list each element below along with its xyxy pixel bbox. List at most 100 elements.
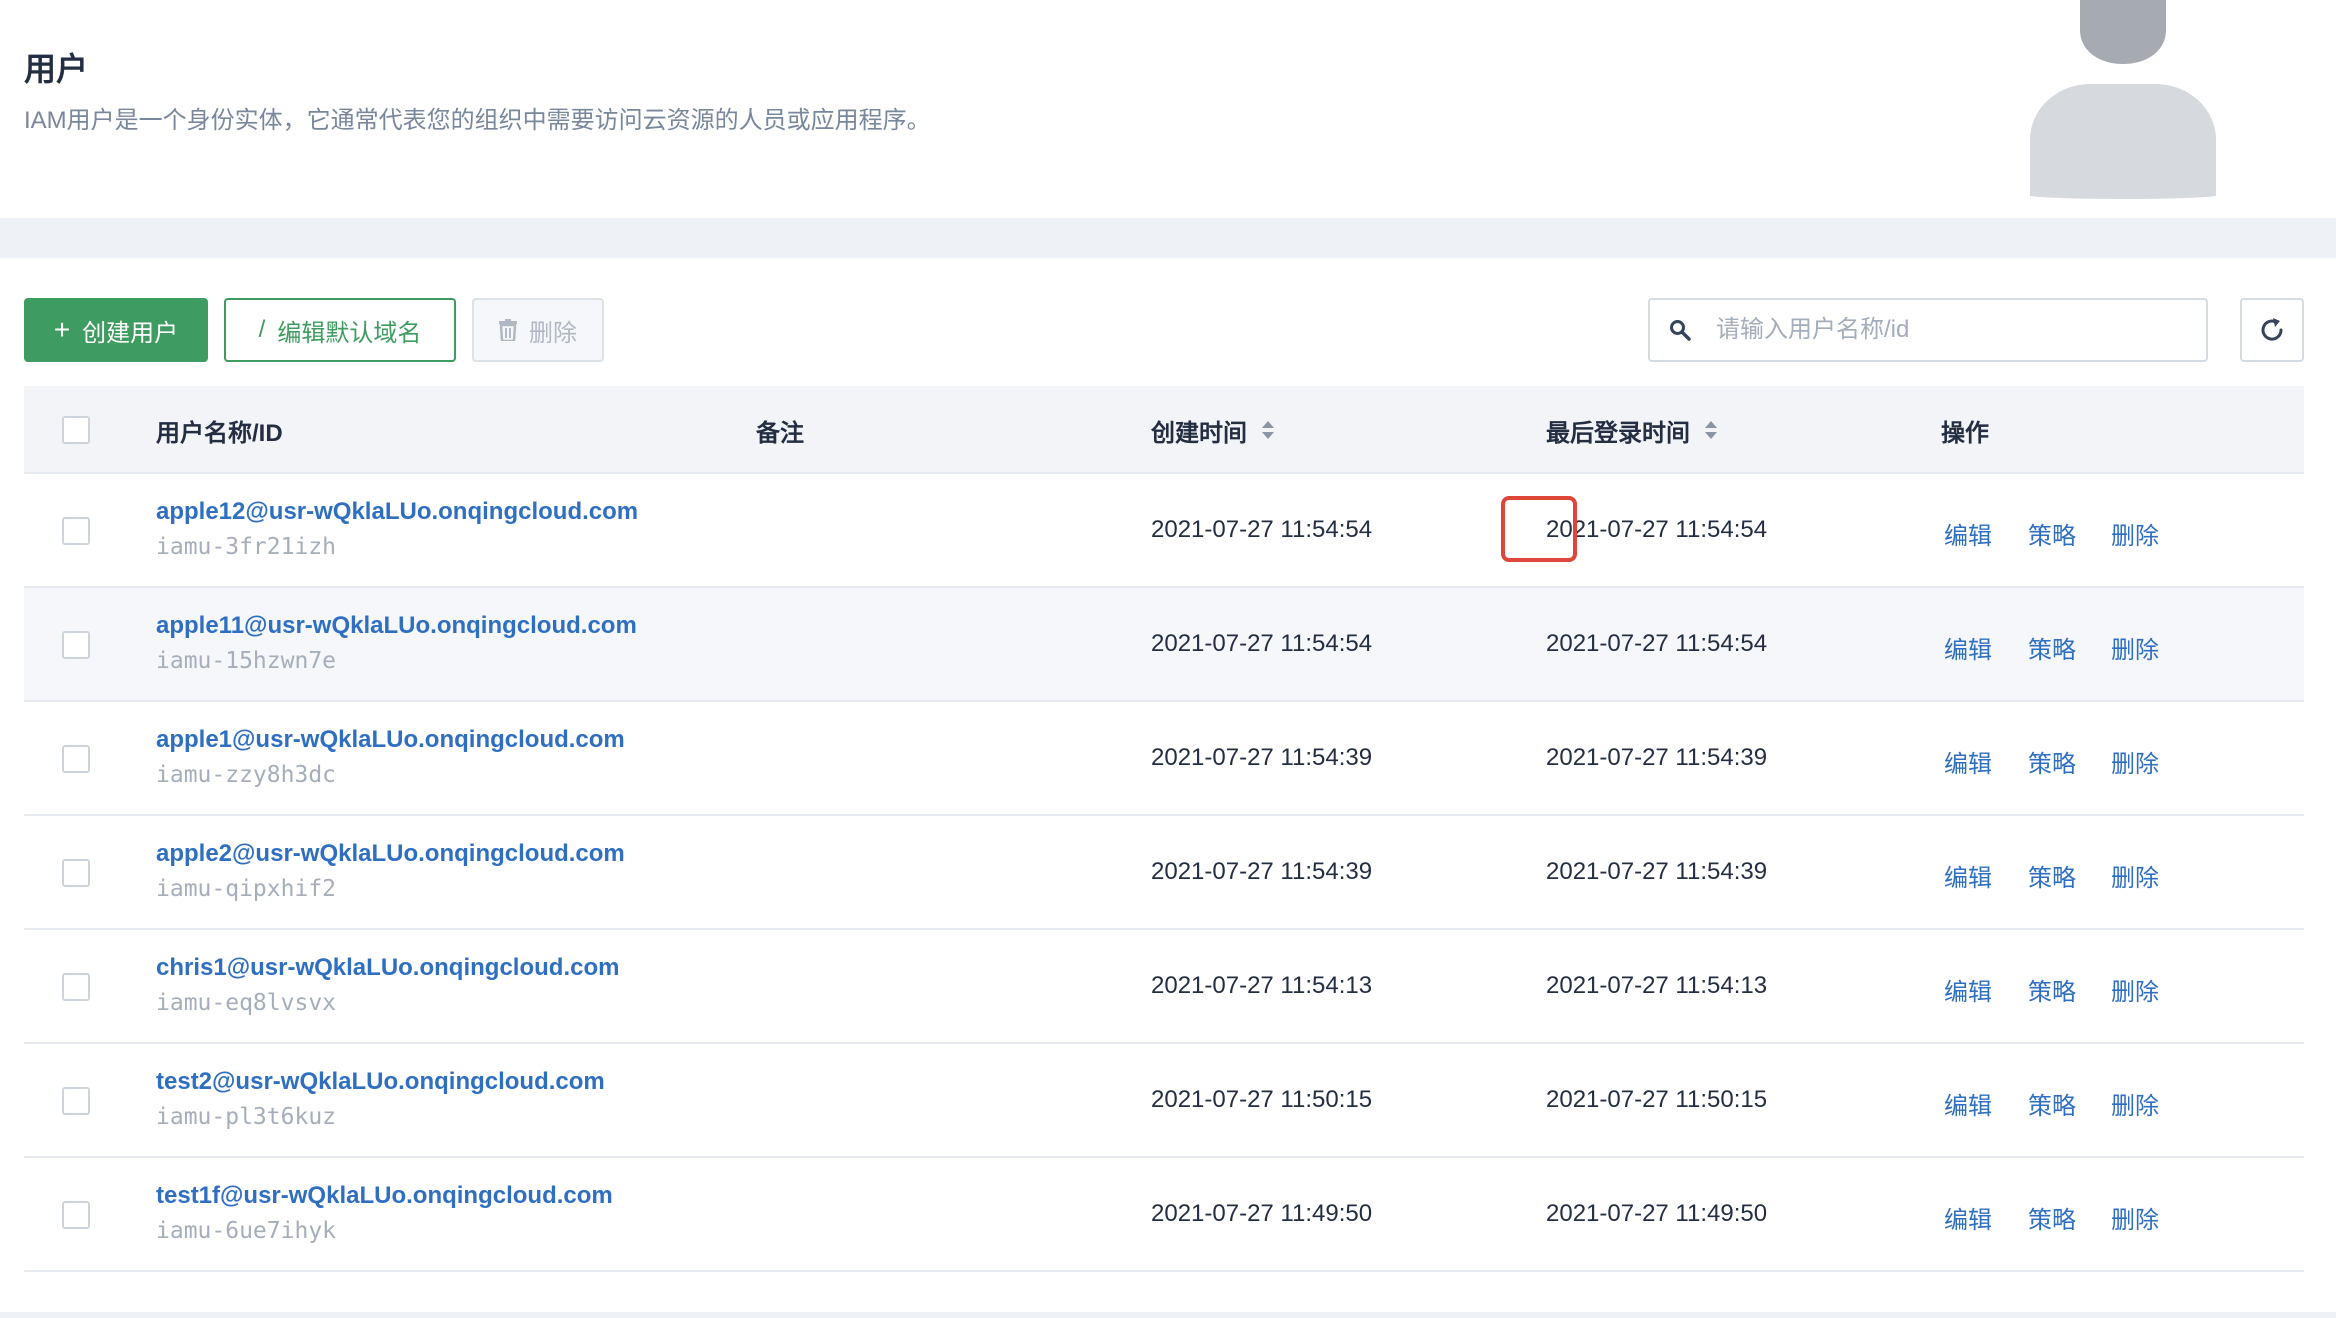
user-id: iamu-15hzwn7e — [156, 648, 337, 674]
column-remark-label: 备注 — [756, 419, 804, 447]
edit-link[interactable]: 编辑 — [1944, 1086, 1992, 1121]
user-name-link[interactable]: test2@usr-wQklaLUo.onqingcloud.com — [156, 1068, 605, 1096]
delete-label: 删除 — [529, 319, 577, 347]
edit-link[interactable]: 编辑 — [1944, 630, 1992, 665]
user-id: iamu-qipxhif2 — [156, 876, 337, 902]
last-login-time: 2021-07-27 11:50:15 — [1546, 1086, 1768, 1113]
edit-default-domain-label: 编辑默认域名 — [277, 319, 422, 347]
user-name-link[interactable]: test1f@usr-wQklaLUo.onqingcloud.com — [156, 1182, 613, 1210]
user-name-link[interactable]: apple1@usr-wQklaLUo.onqingcloud.com — [156, 726, 625, 754]
edit-link[interactable]: 编辑 — [1944, 1200, 1992, 1235]
edit-link[interactable]: 编辑 — [1944, 858, 1992, 893]
column-created-label: 创建时间 — [1151, 419, 1247, 447]
edit-default-domain-button[interactable]: / 编辑默认域名 — [224, 298, 456, 362]
policy-link[interactable]: 策略 — [2028, 858, 2076, 893]
user-avatar-icon — [2030, 0, 2216, 199]
page-description: IAM用户是一个身份实体，它通常代表您的组织中需要访问云资源的人员或应用程序。 — [24, 107, 931, 134]
refresh-icon — [2261, 318, 2283, 341]
column-created[interactable]: 创建时间 — [1151, 386, 1275, 474]
user-name-link[interactable]: apple12@usr-wQklaLUo.onqingcloud.com — [156, 498, 638, 526]
table-row: test1f@usr-wQklaLUo.onqingcloud.com iamu… — [24, 1158, 2304, 1272]
page-header: 用户 IAM用户是一个身份实体，它通常代表您的组织中需要访问云资源的人员或应用程… — [0, 0, 2336, 218]
delete-highlight-box — [1501, 496, 1577, 562]
section-divider — [0, 218, 2336, 258]
user-id: iamu-eq8lvsvx — [156, 990, 337, 1016]
search-icon — [1670, 320, 1691, 341]
user-name-link[interactable]: apple11@usr-wQklaLUo.onqingcloud.com — [156, 612, 637, 640]
column-name-label: 用户名称/ID — [156, 419, 283, 447]
table-row: test2@usr-wQklaLUo.onqingcloud.com iamu-… — [24, 1044, 2304, 1158]
row-checkbox[interactable] — [62, 859, 90, 887]
delete-link[interactable]: 删除 — [2111, 744, 2159, 779]
row-checkbox[interactable] — [62, 973, 90, 1001]
column-remark: 备注 — [756, 386, 804, 474]
created-time: 2021-07-27 11:50:15 — [1151, 1086, 1373, 1113]
column-name: 用户名称/ID — [156, 386, 283, 474]
page-title: 用户 — [24, 51, 89, 87]
table-row: apple1@usr-wQklaLUo.onqingcloud.com iamu… — [24, 702, 2304, 816]
user-id: iamu-pl3t6kuz — [156, 1104, 337, 1130]
search-input[interactable] — [1714, 315, 2178, 345]
delete-link[interactable]: 删除 — [2111, 858, 2159, 893]
row-checkbox[interactable] — [62, 745, 90, 773]
table-row: chris1@usr-wQklaLUo.onqingcloud.com iamu… — [24, 930, 2304, 1044]
last-login-time: 2021-07-27 11:49:50 — [1546, 1200, 1768, 1227]
create-user-label: 创建用户 — [82, 319, 179, 347]
edit-link[interactable]: 编辑 — [1944, 972, 1992, 1007]
refresh-button[interactable] — [2240, 298, 2304, 362]
created-time: 2021-07-27 11:49:50 — [1151, 1200, 1373, 1227]
delete-link[interactable]: 删除 — [2111, 630, 2159, 665]
last-login-time: 2021-07-27 11:54:39 — [1546, 744, 1768, 771]
last-login-time: 2021-07-27 11:54:54 — [1546, 630, 1768, 657]
bottom-divider — [0, 1312, 2336, 1318]
row-checkbox[interactable] — [62, 1201, 90, 1229]
plus-icon: + — [53, 314, 71, 345]
user-name-link[interactable]: chris1@usr-wQklaLUo.onqingcloud.com — [156, 954, 619, 982]
delete-link[interactable]: 删除 — [2111, 1200, 2159, 1235]
table-header: 用户名称/ID 备注 创建时间 最后登录时间 操作 — [24, 386, 2304, 474]
edit-link[interactable]: 编辑 — [1944, 744, 1992, 779]
created-time: 2021-07-27 11:54:54 — [1151, 630, 1373, 657]
last-login-time: 2021-07-27 11:54:13 — [1546, 972, 1768, 999]
create-user-button[interactable]: + 创建用户 — [24, 298, 208, 362]
sort-icon[interactable] — [1261, 419, 1275, 441]
table-row: apple2@usr-wQklaLUo.onqingcloud.com iamu… — [24, 816, 2304, 930]
delete-button[interactable]: 删除 — [472, 298, 604, 362]
search-box — [1648, 298, 2208, 362]
created-time: 2021-07-27 11:54:13 — [1151, 972, 1373, 999]
last-login-time: 2021-07-27 11:54:39 — [1546, 858, 1768, 885]
pencil-icon: / — [258, 316, 266, 343]
delete-link[interactable]: 删除 — [2111, 516, 2159, 551]
user-name-link[interactable]: apple2@usr-wQklaLUo.onqingcloud.com — [156, 840, 625, 868]
delete-link[interactable]: 删除 — [2111, 1086, 2159, 1121]
created-time: 2021-07-27 11:54:54 — [1151, 516, 1373, 543]
policy-link[interactable]: 策略 — [2028, 630, 2076, 665]
policy-link[interactable]: 策略 — [2028, 744, 2076, 779]
users-table: 用户名称/ID 备注 创建时间 最后登录时间 操作 apple12@usr-wQ… — [24, 386, 2304, 1272]
toolbar: + 创建用户 / 编辑默认域名 删除 — [24, 298, 2304, 362]
row-checkbox[interactable] — [62, 631, 90, 659]
column-last-login[interactable]: 最后登录时间 — [1546, 386, 1718, 474]
user-id: iamu-zzy8h3dc — [156, 762, 337, 788]
table-row: apple11@usr-wQklaLUo.onqingcloud.com iam… — [24, 588, 2304, 702]
policy-link[interactable]: 策略 — [2028, 1200, 2076, 1235]
policy-link[interactable]: 策略 — [2028, 516, 2076, 551]
last-login-time: 2021-07-27 11:54:54 — [1546, 516, 1768, 543]
delete-link[interactable]: 删除 — [2111, 972, 2159, 1007]
row-checkbox[interactable] — [62, 1087, 90, 1115]
edit-link[interactable]: 编辑 — [1944, 516, 1992, 551]
row-checkbox[interactable] — [62, 517, 90, 545]
column-last-login-label: 最后登录时间 — [1546, 419, 1690, 447]
table-row: apple12@usr-wQklaLUo.onqingcloud.com iam… — [24, 474, 2304, 588]
user-id: iamu-6ue7ihyk — [156, 1218, 337, 1244]
policy-link[interactable]: 策略 — [2028, 972, 2076, 1007]
select-all-checkbox[interactable] — [62, 416, 90, 444]
user-id: iamu-3fr21izh — [156, 534, 337, 560]
policy-link[interactable]: 策略 — [2028, 1086, 2076, 1121]
sort-icon[interactable] — [1704, 419, 1718, 441]
created-time: 2021-07-27 11:54:39 — [1151, 744, 1373, 771]
created-time: 2021-07-27 11:54:39 — [1151, 858, 1373, 885]
column-actions-label: 操作 — [1941, 419, 1989, 447]
trash-icon — [499, 319, 517, 341]
column-actions: 操作 — [1941, 386, 1989, 474]
